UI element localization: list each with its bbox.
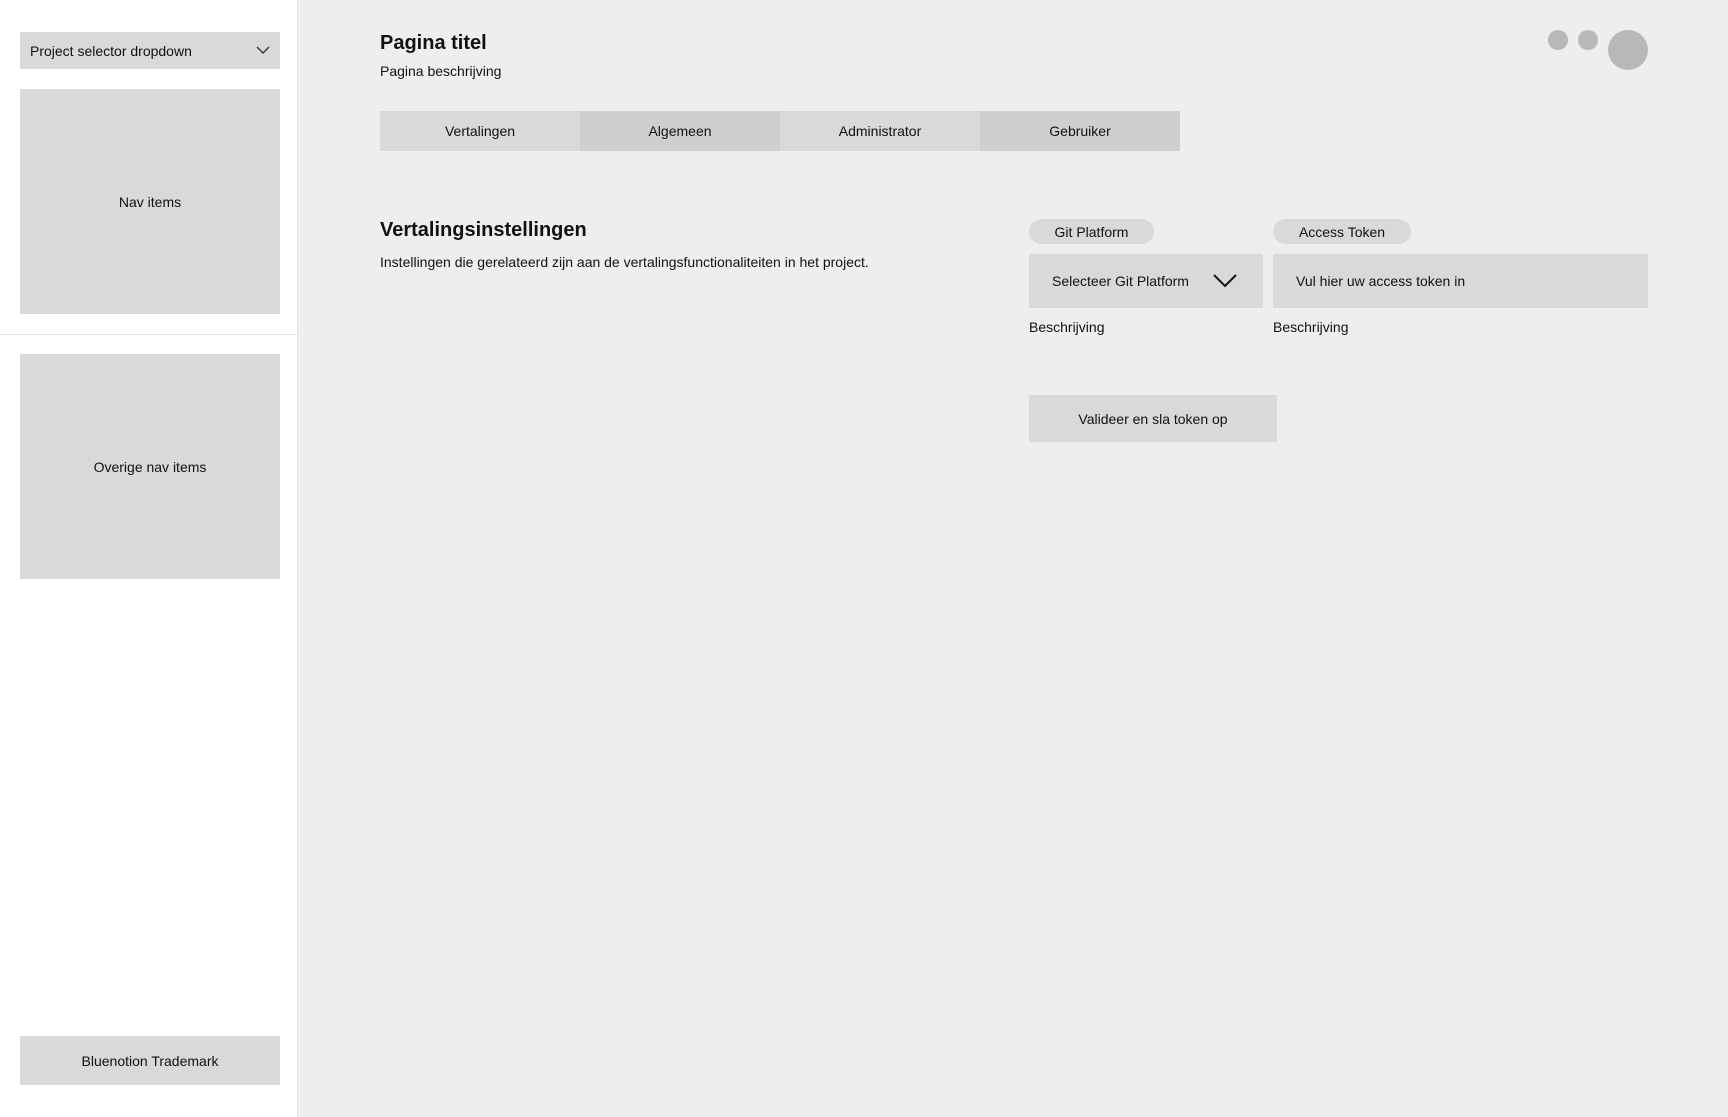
project-selector-label: Project selector dropdown	[30, 42, 192, 59]
git-platform-helper: Beschrijving	[1029, 319, 1105, 335]
access-token-label: Access Token	[1273, 219, 1411, 244]
tab-vertalingen[interactable]: Vertalingen	[380, 111, 580, 151]
tab-bar: Vertalingen Algemeen Administrator Gebru…	[380, 111, 1180, 151]
section-title: Vertalingsinstellingen	[380, 219, 587, 241]
sidebar: Project selector dropdown Nav items Over…	[0, 0, 298, 1117]
trademark: Bluenotion Trademark	[20, 1036, 280, 1085]
git-platform-select[interactable]: Selecteer Git Platform	[1029, 254, 1263, 308]
project-selector-dropdown[interactable]: Project selector dropdown	[20, 32, 280, 69]
circle-icon[interactable]	[1548, 30, 1568, 50]
circle-icon[interactable]	[1578, 30, 1598, 50]
tab-algemeen[interactable]: Algemeen	[580, 111, 780, 151]
access-token-helper: Beschrijving	[1273, 319, 1349, 335]
header-actions	[1548, 30, 1648, 70]
chevron-down-icon	[1213, 274, 1237, 288]
page-title: Pagina titel	[380, 32, 487, 54]
tab-gebruiker[interactable]: Gebruiker	[980, 111, 1180, 151]
validate-save-token-button[interactable]: Valideer en sla token op	[1029, 395, 1277, 442]
access-token-input[interactable]	[1273, 254, 1648, 308]
git-platform-label: Git Platform	[1029, 219, 1154, 244]
tab-administrator[interactable]: Administrator	[780, 111, 980, 151]
sidebar-divider	[0, 334, 298, 335]
other-nav-items-label: Overige nav items	[93, 458, 207, 475]
section-description: Instellingen die gerelateerd zijn aan de…	[380, 254, 869, 270]
chevron-down-icon	[256, 46, 270, 54]
page-description: Pagina beschrijving	[380, 63, 502, 79]
other-nav-items[interactable]: Overige nav items	[20, 354, 280, 579]
nav-items[interactable]: Nav items	[20, 89, 280, 314]
avatar[interactable]	[1608, 30, 1648, 70]
git-platform-select-value: Selecteer Git Platform	[1052, 273, 1189, 289]
trademark-label: Bluenotion Trademark	[81, 1052, 219, 1069]
nav-items-label: Nav items	[118, 193, 182, 210]
